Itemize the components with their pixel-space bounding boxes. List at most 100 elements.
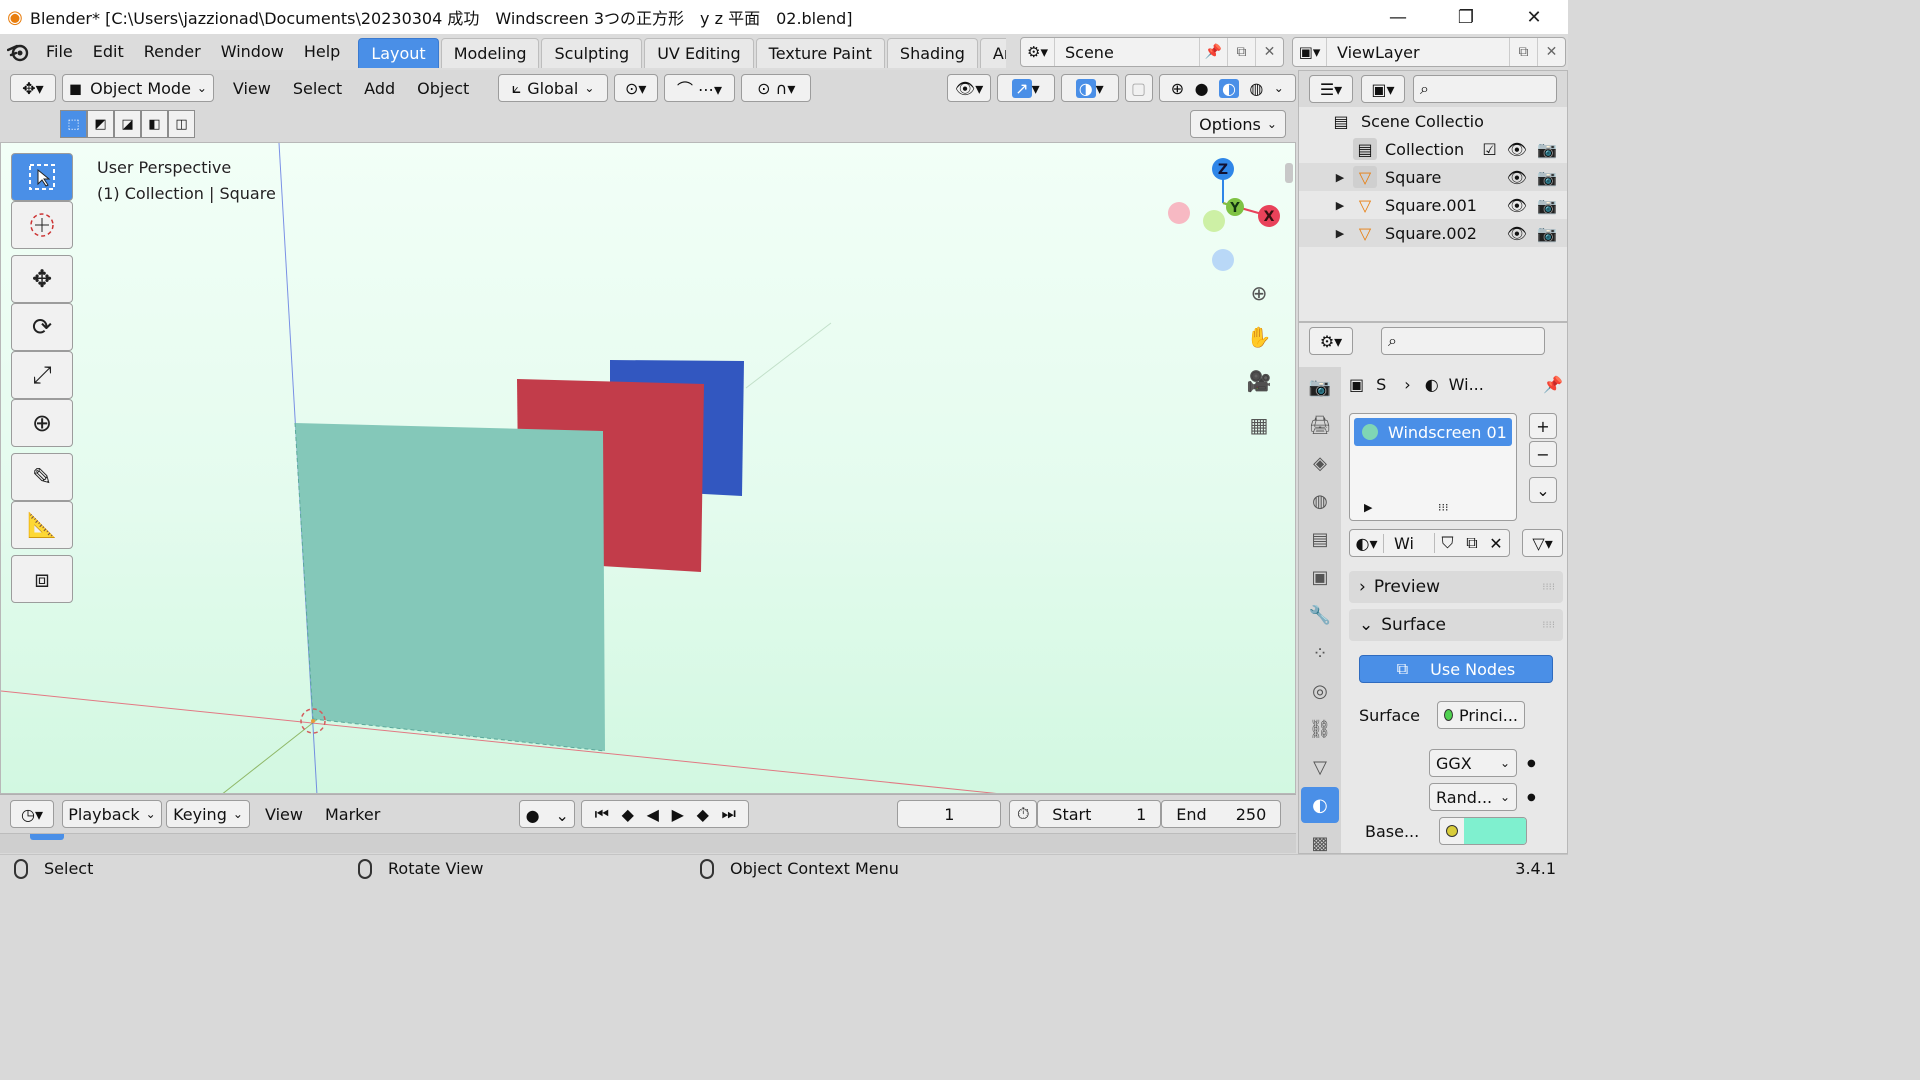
select-intersect-icon[interactable]: ◫ (168, 110, 195, 138)
data-properties-icon[interactable]: ▽ (1301, 749, 1339, 785)
minimize-button[interactable]: — (1364, 0, 1432, 34)
eye-icon[interactable]: 👁 (1507, 168, 1527, 187)
camera-icon[interactable]: 📷 (1537, 140, 1557, 159)
pin-icon[interactable]: 📌 (1543, 375, 1563, 394)
pivot-point-icon[interactable]: ⊙▾ (613, 74, 658, 102)
play-reverse-icon[interactable]: ◀ (647, 805, 659, 824)
ortho-grid-icon[interactable]: ▦ (1241, 407, 1277, 443)
material-properties-icon[interactable]: ◐ (1301, 787, 1339, 823)
overlay-toggle-icon[interactable]: ◑ ▾ (1060, 74, 1119, 102)
maximize-button[interactable]: ❐ (1432, 0, 1500, 34)
base-color-swatch[interactable] (1464, 818, 1526, 844)
surface-shader-selector[interactable]: Princi... (1437, 701, 1525, 729)
material-link-icon[interactable]: ▽▾ (1522, 529, 1563, 557)
eye-icon[interactable]: 👁 (1507, 224, 1527, 243)
preview-panel-header[interactable]: › Preview ⁝⁝⁝⁝ (1349, 571, 1563, 603)
outliner-object-square-001[interactable]: ▶ ▽ Square.001 👁 📷 (1299, 191, 1567, 219)
timeline-menu-view[interactable]: View (254, 805, 314, 824)
constraints-properties-icon[interactable]: ⛓ (1301, 711, 1339, 747)
gizmo-toggle-icon[interactable]: ↗ ▾ (997, 74, 1055, 102)
tab-layout[interactable]: Layout (358, 38, 439, 68)
blender-menu-icon[interactable] (0, 34, 36, 70)
outliner-collection[interactable]: ▤ Collection ☑ 👁 📷 (1299, 135, 1567, 163)
duplicate-icon[interactable]: ⧉ (1460, 533, 1484, 553)
material-browse-icon[interactable]: ◐▾ (1350, 533, 1384, 553)
viewport-scrollbar[interactable] (1285, 163, 1293, 183)
view-layer-name[interactable]: ViewLayer (1327, 43, 1509, 62)
editor-type-icon[interactable]: ✥▾ (10, 74, 56, 102)
timeline-editor-type-icon[interactable]: ◷▾ (10, 800, 54, 828)
tab-texture-paint[interactable]: Texture Paint (755, 38, 885, 68)
select-new-icon[interactable]: ⬚ (60, 110, 87, 138)
material-slot-item[interactable]: Windscreen 01 (1354, 418, 1512, 446)
material-slot-list[interactable]: Windscreen 01 ▶ ⁝⁝⁝ (1349, 413, 1517, 521)
properties-editor-type-icon[interactable]: ⚙▾ (1309, 327, 1353, 355)
tab-shading[interactable]: Shading (886, 38, 978, 68)
jump-start-icon[interactable]: ⏮ (595, 804, 609, 824)
timeline-menu-marker[interactable]: Marker (314, 805, 391, 824)
chevron-down-icon[interactable]: ⌄ (1274, 81, 1284, 95)
cursor-tool-icon[interactable] (11, 201, 73, 249)
expand-arrow-icon[interactable]: ▶ (1333, 227, 1347, 240)
scene-icon[interactable]: ⚙▾ (1021, 38, 1055, 66)
world-properties-icon[interactable]: ◍ (1301, 483, 1339, 519)
slot-specials-button[interactable]: ⌄ (1529, 477, 1557, 503)
tab-modeling[interactable]: Modeling (440, 38, 540, 68)
snap-icon[interactable]: ⌒ ⋯▾ (663, 74, 736, 102)
expand-arrow-icon[interactable]: ▶ (1333, 171, 1347, 184)
keying-dropdown[interactable]: Keying ⌄ (166, 800, 250, 828)
output-properties-icon[interactable]: 🖨 (1301, 407, 1339, 443)
select-invert-icon[interactable]: ◧ (141, 110, 168, 138)
transform-tool-icon[interactable]: ⊕ (11, 399, 73, 447)
base-color-field[interactable] (1439, 817, 1527, 845)
start-frame-field[interactable]: Start 1 (1037, 800, 1162, 828)
menu-add[interactable]: Add (353, 79, 406, 98)
drag-handle-icon[interactable]: ⁝⁝⁝⁝ (1542, 620, 1555, 631)
delete-view-layer-icon[interactable]: ✕ (1537, 38, 1565, 66)
tab-sculpting[interactable]: Sculpting (541, 38, 643, 68)
play-icon[interactable]: ▶ (672, 805, 684, 824)
modifier-properties-icon[interactable]: 🔧 (1301, 597, 1339, 633)
pin-icon[interactable]: 📌 (1199, 38, 1227, 66)
scene-selector[interactable]: ⚙▾ Scene 📌 ⧉ ✕ (1020, 37, 1284, 67)
material-shading-icon[interactable]: ◐ (1218, 78, 1239, 98)
new-view-layer-icon[interactable]: ⧉ (1509, 38, 1537, 66)
expand-arrow-icon[interactable]: ▶ (1364, 501, 1372, 514)
camera-icon[interactable]: 📷 (1537, 168, 1557, 187)
menu-file[interactable]: File (36, 37, 83, 67)
properties-search-input[interactable]: ⌕ (1381, 327, 1545, 355)
scale-tool-icon[interactable]: ⤢ (11, 351, 73, 399)
prev-keyframe-icon[interactable]: ◆ (622, 805, 634, 824)
menu-help[interactable]: Help (294, 37, 350, 67)
close-button[interactable]: ✕ (1500, 0, 1568, 34)
unlink-icon[interactable]: ✕ (1484, 534, 1508, 553)
scene-name[interactable]: Scene (1055, 43, 1199, 62)
checkbox-icon[interactable]: ☑ (1482, 140, 1496, 159)
fake-user-icon[interactable]: ⛉ (1434, 533, 1460, 553)
record-keyframe-icon[interactable]: ● ⌄ (519, 800, 576, 828)
proportional-edit-icon[interactable]: ⊙ ∩▾ (741, 74, 812, 102)
next-keyframe-icon[interactable]: ◆ (697, 805, 709, 824)
select-box-tool-icon[interactable] (11, 153, 73, 201)
end-frame-field[interactable]: End 250 (1161, 800, 1282, 828)
solid-shading-icon[interactable]: ● (1195, 79, 1209, 98)
rotate-tool-icon[interactable]: ⟳ (11, 303, 73, 351)
outliner-object-square[interactable]: ▶ ▽ Square 👁 📷 (1299, 163, 1567, 191)
camera-icon[interactable]: 📷 (1537, 224, 1557, 243)
xray-icon[interactable]: ▢ (1124, 74, 1153, 102)
rendered-shading-icon[interactable]: ◍ (1249, 79, 1263, 98)
collection-properties-icon[interactable]: ▤ (1301, 521, 1339, 557)
new-scene-icon[interactable]: ⧉ (1227, 38, 1255, 66)
mode-dropdown[interactable]: ◼ Object Mode ⌄ (61, 74, 214, 102)
resize-handle-icon[interactable]: ⁝⁝⁝ (1438, 501, 1449, 514)
zoom-icon[interactable]: ⊕ (1241, 275, 1277, 311)
outliner-editor-type-icon[interactable]: ☰▾ (1309, 75, 1353, 103)
select-subtract-icon[interactable]: ◪ (114, 110, 141, 138)
expand-arrow-icon[interactable]: ▶ (1333, 199, 1347, 212)
eye-icon[interactable]: 👁 (1507, 196, 1527, 215)
eye-icon[interactable]: 👁 (1507, 140, 1527, 159)
menu-view[interactable]: View (222, 79, 282, 98)
annotate-tool-icon[interactable]: ✎ (11, 453, 73, 501)
tab-uv-editing[interactable]: UV Editing (644, 38, 754, 68)
texture-properties-icon[interactable]: ▩ (1301, 825, 1339, 854)
